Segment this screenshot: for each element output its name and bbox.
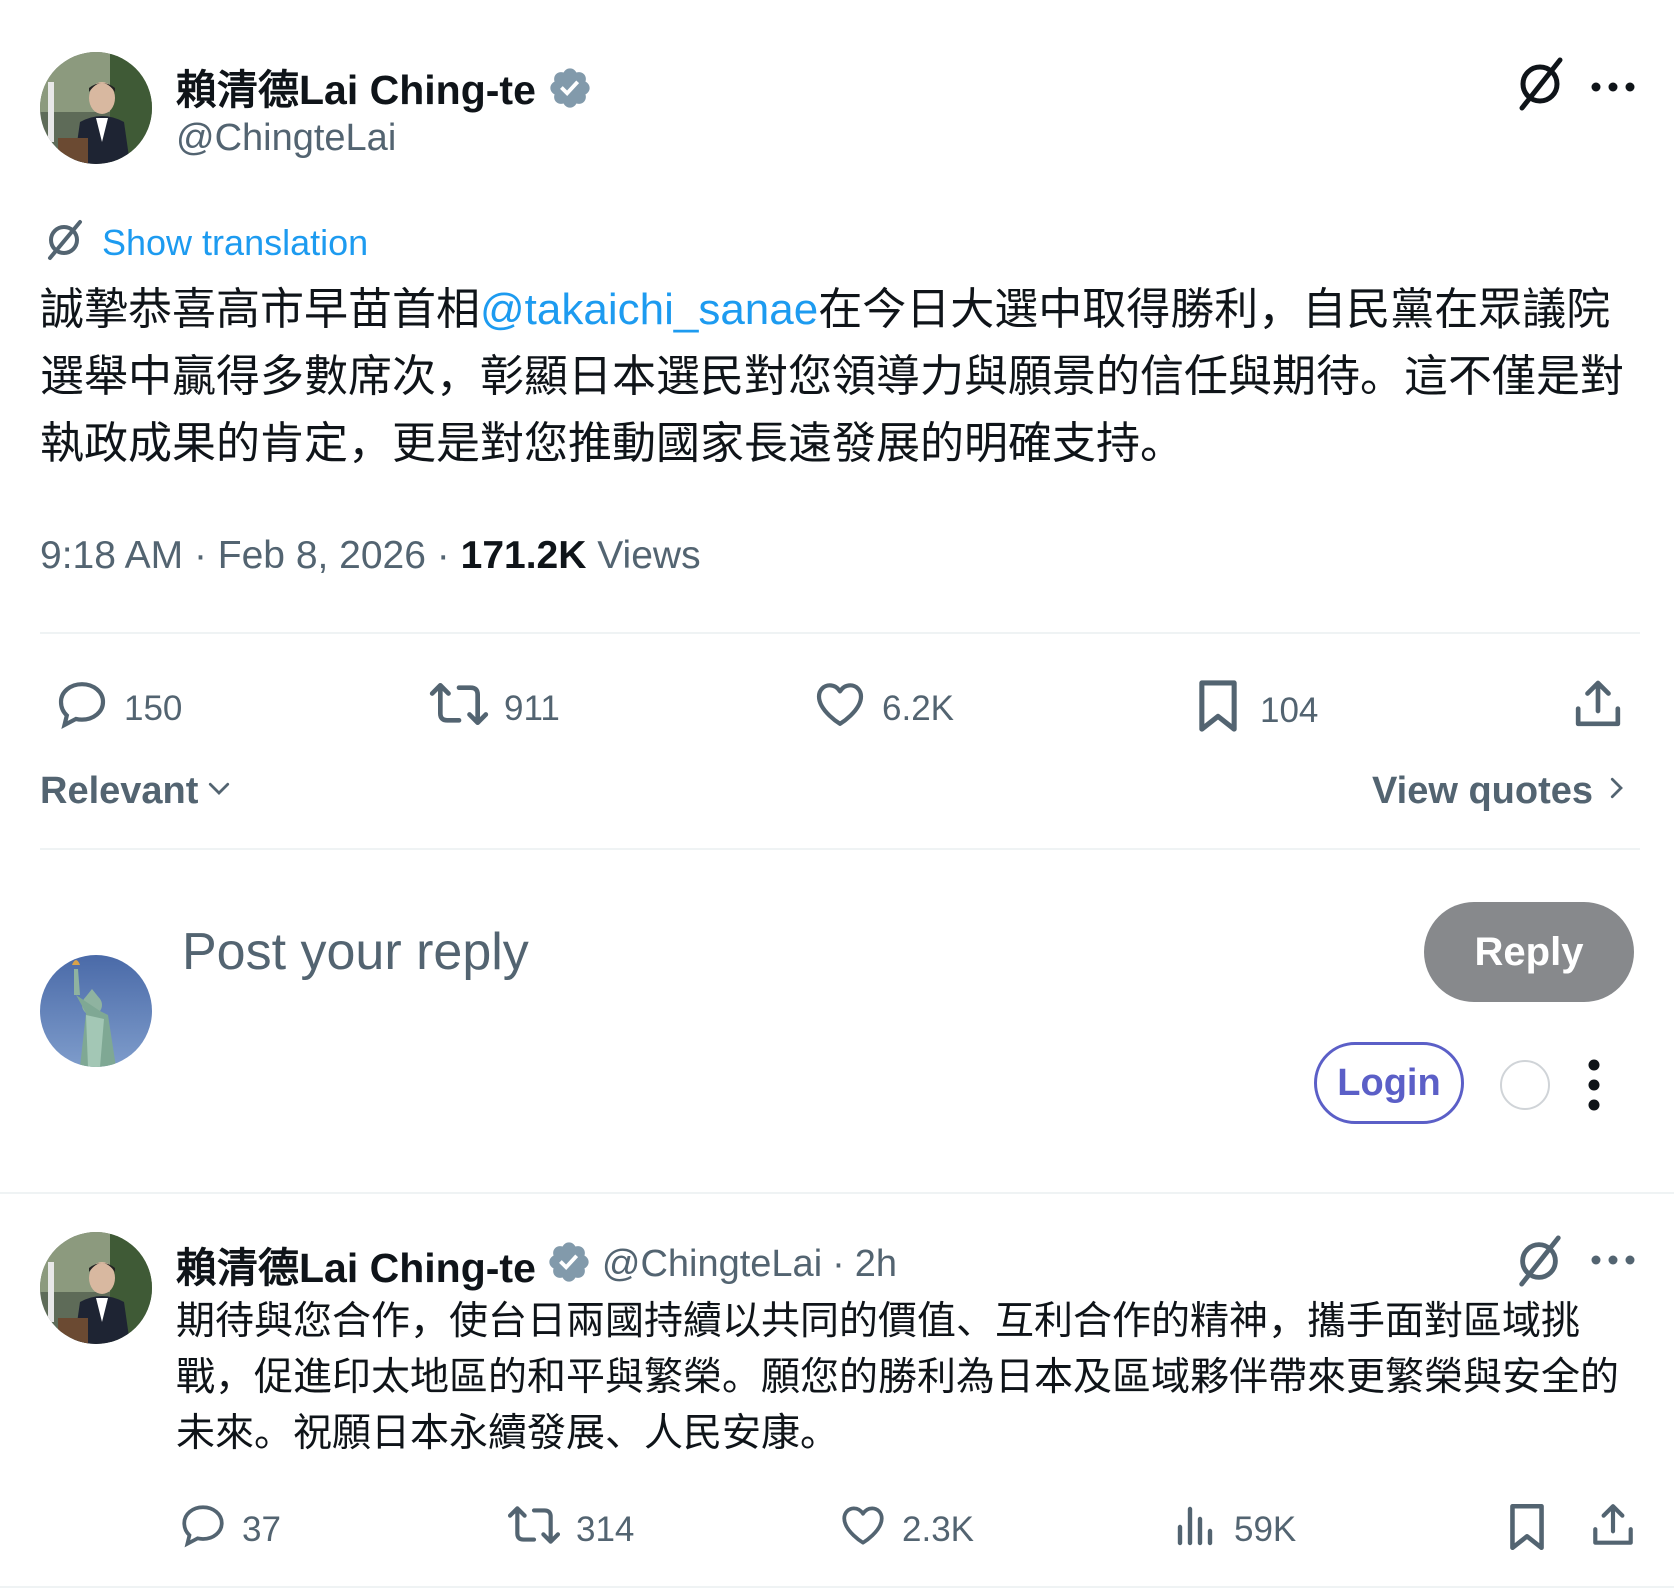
analytics-icon <box>1172 1500 1220 1559</box>
divider <box>40 632 1640 634</box>
status-circle-icon[interactable] <box>1500 1060 1550 1110</box>
reply-repost-action[interactable]: 314 <box>506 1500 634 1559</box>
post-meta: 9:18 AM · Feb 8, 2026 · 171.2K Views <box>40 534 701 578</box>
verified-badge-icon <box>546 1239 592 1290</box>
reply-author-name[interactable]: 賴清德Lai Ching-te <box>176 1234 536 1294</box>
reply-action[interactable]: 150 <box>54 676 182 741</box>
view-quotes-link[interactable]: View quotes <box>1372 770 1629 813</box>
reply-input[interactable]: Post your reply <box>182 922 529 982</box>
reply-count: 150 <box>124 688 183 728</box>
meta-separator: · <box>193 534 207 577</box>
bookmark-icon[interactable] <box>1502 1500 1552 1559</box>
reply-views-action[interactable]: 59K <box>1172 1500 1296 1559</box>
reply-button[interactable]: Reply <box>1424 902 1634 1002</box>
author-avatar-image <box>40 52 152 164</box>
reply-repost-count: 314 <box>576 1509 635 1549</box>
translate-icon <box>42 218 86 267</box>
reply-reply-count: 37 <box>242 1509 281 1549</box>
author-name-row[interactable]: 賴清德Lai Ching-te <box>176 56 593 121</box>
divider <box>40 848 1640 850</box>
author-avatar[interactable] <box>40 52 152 164</box>
repost-icon <box>506 1500 562 1559</box>
author-handle[interactable]: @ChingteLai <box>176 117 396 160</box>
share-icon[interactable] <box>1588 1500 1638 1555</box>
views-label: Views <box>597 534 701 577</box>
show-translation-link[interactable]: Show translation <box>102 222 368 264</box>
heart-icon <box>838 1500 888 1559</box>
verified-badge-icon <box>547 65 593 121</box>
more-dots-icon[interactable] <box>1590 62 1636 107</box>
reply-time[interactable]: 2h <box>855 1243 897 1286</box>
chevron-right-icon <box>1603 770 1629 813</box>
reply-separator: · <box>832 1242 845 1285</box>
comment-icon <box>178 1500 228 1559</box>
reply-like-count: 2.3K <box>902 1509 974 1549</box>
show-translation-row[interactable]: Show translation <box>42 218 368 267</box>
user-avatar[interactable] <box>40 955 152 1067</box>
like-count: 6.2K <box>882 688 954 728</box>
repost-icon <box>428 676 490 741</box>
chevron-down-icon <box>204 770 234 813</box>
reply-author-avatar[interactable] <box>40 1232 152 1344</box>
bookmark-action[interactable]: 104 <box>1190 676 1318 745</box>
login-button[interactable]: Login <box>1314 1042 1464 1124</box>
post-time[interactable]: 9:18 AM <box>40 534 183 577</box>
sort-label: Relevant <box>40 770 199 812</box>
view-quotes-label: View quotes <box>1372 770 1594 812</box>
divider <box>0 1586 1674 1588</box>
meta-separator-2: · <box>436 534 450 577</box>
author-name[interactable]: 賴清德Lai Ching-te <box>176 67 536 113</box>
reply-views-count: 59K <box>1234 1509 1297 1549</box>
share-icon[interactable] <box>1570 676 1626 737</box>
translate-slash-icon[interactable] <box>1512 1234 1566 1293</box>
reply-author-avatar-image <box>40 1232 152 1344</box>
views-count: 171.2K <box>460 534 587 577</box>
divider <box>0 1192 1674 1194</box>
comment-icon <box>54 676 110 741</box>
reply-author-handle[interactable]: @ChingteLai <box>602 1243 822 1286</box>
vertical-dots-icon[interactable] <box>1582 1058 1606 1117</box>
reply-like-action[interactable]: 2.3K <box>838 1500 974 1559</box>
repost-count: 911 <box>504 688 560 728</box>
like-action[interactable]: 6.2K <box>812 676 954 741</box>
user-avatar-image <box>40 955 152 1067</box>
bookmark-icon <box>1190 676 1246 745</box>
heart-icon <box>812 676 868 741</box>
post-date[interactable]: Feb 8, 2026 <box>218 534 426 577</box>
more-dots-icon[interactable] <box>1590 1250 1636 1275</box>
repost-action[interactable]: 911 <box>428 676 560 741</box>
mention-link[interactable]: @takaichi_sanae <box>480 285 818 334</box>
bookmark-count: 104 <box>1260 690 1319 730</box>
post-body: 誠摯恭喜高市早苗首相@takaichi_sanae在今日大選中取得勝利，自民黨在… <box>40 276 1650 477</box>
translate-slash-icon[interactable] <box>1512 56 1568 117</box>
reply-reply-action[interactable]: 37 <box>178 1500 281 1559</box>
post-text-start: 誠摯恭喜高市早苗首相 <box>40 285 480 334</box>
sort-dropdown[interactable]: Relevant <box>40 770 234 813</box>
reply-header: 賴清德Lai Ching-te @ChingteLai · 2h <box>176 1234 897 1294</box>
reply-body: 期待與您合作，使台日兩國持續以共同的價值、互利合作的精神，攜手面對區域挑戰，促進… <box>176 1300 1620 1455</box>
